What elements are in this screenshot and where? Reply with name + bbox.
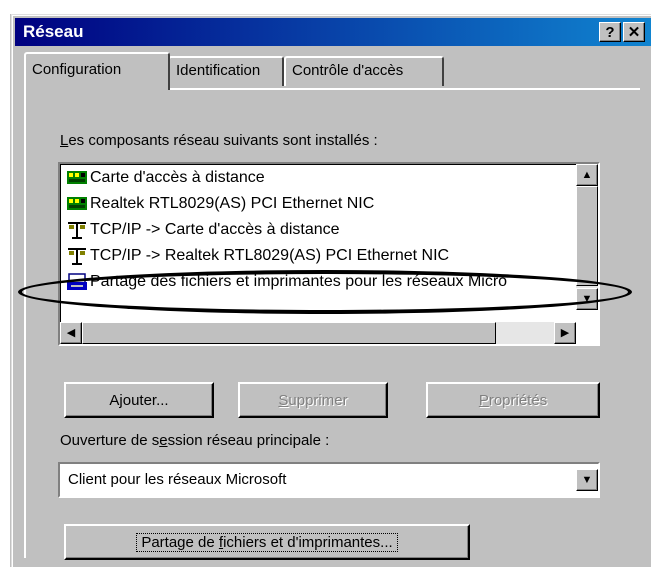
list-item[interactable]: TCP/IP -> Carte d'accès à distance [66,220,340,244]
dropdown-button[interactable]: ▼ [576,469,598,491]
properties-button[interactable]: Propriétés [426,382,600,418]
tab-identification[interactable]: Identification [168,56,284,86]
protocol-icon [68,248,86,265]
components-label: Les composants réseau suivants sont inst… [60,132,378,149]
annotation-ellipse [18,270,632,314]
list-item[interactable]: Realtek RTL8029(AS) PCI Ethernet NIC [66,194,374,218]
add-button[interactable]: Ajouter... [64,382,214,418]
list-item[interactable]: Carte d'accès à distance [66,168,265,192]
components-list[interactable]: Carte d'accès à distance Realtek RTL8029… [58,162,600,346]
primary-logon-select[interactable]: Client pour les réseaux Microsoft ▼ [58,462,600,498]
tab-access-control[interactable]: Contrôle d'accès [284,56,444,86]
network-adapter-icon [67,171,87,184]
focus-ring: Partage de fichiers et d'imprimantes... [136,533,398,552]
logon-label: Ouverture de session réseau principale : [60,432,330,449]
vertical-scroll-thumb[interactable] [576,186,598,286]
network-adapter-icon [67,197,87,210]
help-button[interactable]: ? [599,22,621,42]
primary-logon-value: Client pour les réseaux Microsoft [68,471,287,488]
protocol-icon [68,222,86,239]
close-icon: ✕ [627,24,641,41]
chevron-down-icon: ▼ [581,474,593,486]
file-printer-sharing-button[interactable]: Partage de fichiers et d'imprimantes... [64,524,470,560]
scroll-left-button[interactable]: ◀ [60,322,82,344]
window-title: Réseau [23,22,84,41]
horizontal-scrollbar[interactable]: ◀ ▶ [60,322,576,344]
scroll-up-button[interactable]: ▲ [576,164,598,186]
tab-configuration[interactable]: Configuration [24,52,170,90]
close-button[interactable]: ✕ [623,22,645,42]
remove-button[interactable]: Supprimer [238,382,388,418]
list-item[interactable]: TCP/IP -> Realtek RTL8029(AS) PCI Ethern… [66,246,449,270]
title-bar[interactable]: Réseau ? ✕ [15,18,651,46]
scroll-right-button[interactable]: ▶ [554,322,576,344]
horizontal-scroll-thumb[interactable] [82,322,496,344]
